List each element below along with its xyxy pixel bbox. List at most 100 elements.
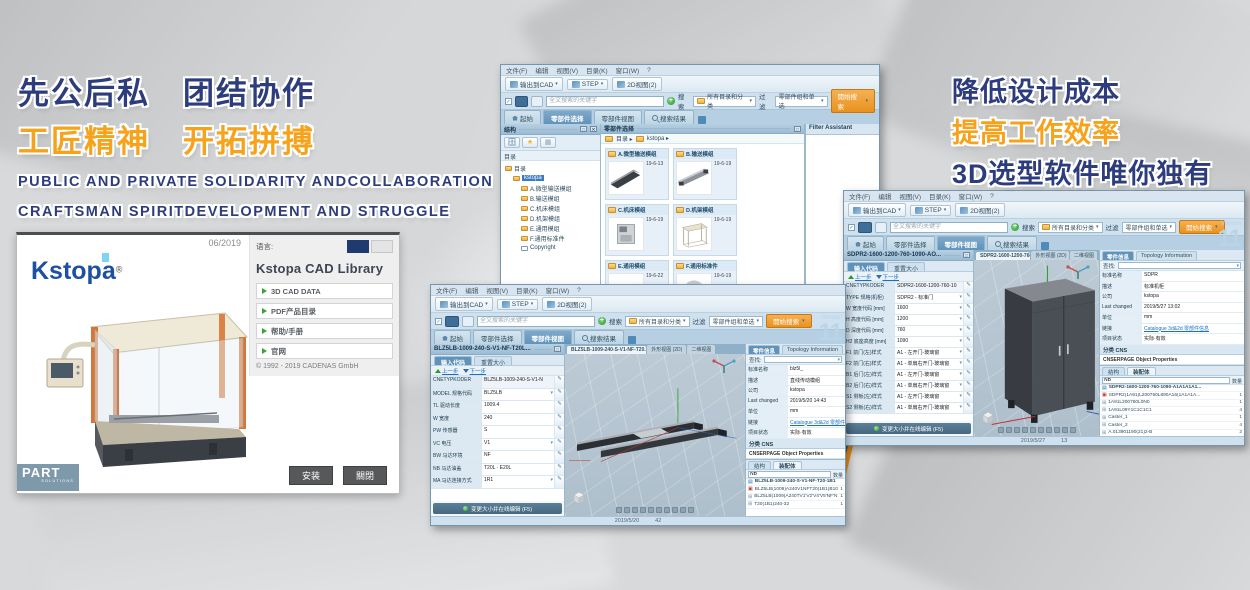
edit-parameter-button[interactable]: ✎ xyxy=(963,282,973,292)
tab-resize[interactable]: 重置大小 xyxy=(887,262,925,271)
tab-search-result[interactable]: 搜索结果 xyxy=(644,110,694,124)
menu-item[interactable]: ? xyxy=(577,287,581,294)
viewport-tab[interactable]: 二维视图 xyxy=(1070,251,1097,260)
dialog-menu-item[interactable]: 帮助/手册 xyxy=(256,323,393,339)
filter-scope-dropdown[interactable]: 零部件组和单选▾ xyxy=(1122,222,1177,233)
tab-extra-icon[interactable] xyxy=(698,116,706,124)
history-calendar-button[interactable]: ▦ xyxy=(540,137,556,148)
search-checkbox[interactable]: ✓ xyxy=(848,224,855,231)
assembly-node[interactable]: Caster_11 xyxy=(1100,415,1244,423)
edit-parameter-button[interactable]: ✎ xyxy=(963,381,973,391)
minimize-icon[interactable]: □ xyxy=(963,252,970,258)
menu-item[interactable]: 文件(F) xyxy=(506,65,527,75)
assembly-node[interactable]: Caster_24 xyxy=(1100,422,1244,430)
part-card-machine[interactable]: C.机床模组 19-6-19 xyxy=(605,204,669,256)
assembly-node[interactable]: T20(1B1)240-321 xyxy=(746,501,845,509)
start-search-button[interactable]: 開始搜索▾ xyxy=(831,89,875,113)
tab-extra-icon[interactable] xyxy=(1041,242,1049,250)
tab-part-select[interactable]: 零部件选择 xyxy=(543,110,592,124)
close-icon[interactable]: ✕ xyxy=(590,126,597,132)
add-search-icon[interactable]: + xyxy=(598,317,606,325)
edit-parameter-button[interactable]: ✎ xyxy=(963,326,973,336)
edit-parameter-button[interactable]: ✎ xyxy=(963,315,973,325)
edit-parameter-button[interactable]: ✎ xyxy=(963,370,973,380)
edit-parameter-button[interactable]: ✎ xyxy=(963,348,973,358)
language-button[interactable] xyxy=(347,240,369,253)
edit-parameter-button[interactable]: ✎ xyxy=(963,337,973,347)
menu-item[interactable]: 视图(V) xyxy=(899,191,921,201)
part-card-frame[interactable]: D.机架模组 19-6-19 xyxy=(673,204,737,256)
next-step-link[interactable]: 下一步 xyxy=(463,367,487,375)
menu-item[interactable]: 编辑 xyxy=(878,191,891,201)
search-options-button[interactable] xyxy=(531,96,543,107)
search-mode-button[interactable] xyxy=(445,316,459,327)
search-mode-button[interactable] xyxy=(515,96,529,107)
minimize-icon[interactable]: □ xyxy=(580,126,587,132)
tab-search-result[interactable]: 搜索结果 xyxy=(987,236,1037,250)
tab-part-select[interactable]: 零部件选择 xyxy=(473,330,522,344)
tree-item[interactable]: kstopa xyxy=(501,173,600,183)
search-checkbox[interactable]: ✓ xyxy=(505,98,512,105)
export-to-cad-button[interactable]: 输出到CAD▾ xyxy=(848,203,906,217)
tab-structure[interactable]: 结构 xyxy=(748,461,771,469)
search-scope-dropdown[interactable]: 所有目录和分类▾ xyxy=(693,96,756,107)
edit-parameter-button[interactable]: ✎ xyxy=(554,476,564,488)
viewport-tab[interactable]: SDPR2-1600-1200-760-1090-AO... xyxy=(976,252,1030,260)
assembly-node[interactable]: 1A91L09Y1C1C1C14 xyxy=(1100,407,1244,415)
menu-item[interactable]: 窗口(W) xyxy=(616,65,639,75)
tab-extra-icon[interactable] xyxy=(628,336,636,344)
edit-parameter-button[interactable]: ✎ xyxy=(554,376,564,388)
search-scope-dropdown[interactable]: 所有目录和分类▾ xyxy=(1038,222,1103,233)
tab-assembly[interactable]: 装配体 xyxy=(1127,367,1156,375)
structure-filter-input[interactable] xyxy=(1102,377,1230,384)
tab-search-result[interactable]: 搜索结果 xyxy=(574,330,624,344)
tab-resize[interactable]: 重置大小 xyxy=(474,356,512,365)
viewport-tab[interactable]: BLZ5LB-1009-240-S-V1-NF-T20... xyxy=(567,346,646,354)
viewport-3d[interactable]: BLZ5LB-1009-240-S-V1-NF-T20...外形视图 (2D)二… xyxy=(565,344,745,516)
minimize-icon[interactable]: □ xyxy=(794,126,801,132)
add-search-icon[interactable]: + xyxy=(667,97,675,105)
menu-item[interactable]: 视图(V) xyxy=(486,285,508,295)
views-2d-button[interactable]: 2D视图(2) xyxy=(612,77,661,91)
menu-item[interactable]: 编辑 xyxy=(535,65,548,75)
edit-parameter-button[interactable]: ✎ xyxy=(554,401,564,413)
search-options-button[interactable] xyxy=(875,222,887,233)
tree-item[interactable]: D.机架模组 xyxy=(501,213,600,223)
dialog-menu-item[interactable]: 3D CAD DATA xyxy=(256,283,393,299)
viewport-tab[interactable]: 外形视图 (2D) xyxy=(647,345,686,354)
tab-structure[interactable]: 结构 xyxy=(1102,367,1125,375)
assembly-node[interactable]: SDPR2-1600-1200-760-1090-A1A1A1A1... xyxy=(1100,385,1244,393)
menu-item[interactable]: 视图(V) xyxy=(556,65,578,75)
tab-topology[interactable]: Topology Information xyxy=(782,345,843,354)
tree-item[interactable]: F.通用标准件 xyxy=(501,233,600,243)
breadcrumb-catalog[interactable]: 目录 ▸ xyxy=(616,134,633,143)
breadcrumb-kstopa[interactable]: kstopa ▸ xyxy=(647,135,669,142)
favorites-button[interactable]: ★ xyxy=(522,137,538,148)
prev-step-link[interactable]: 上一步 xyxy=(435,367,459,375)
tab-input-code[interactable]: 输入代码 xyxy=(847,262,885,271)
catalog-database-button[interactable]: 🗄 xyxy=(504,137,520,148)
view-cube[interactable] xyxy=(980,410,996,426)
assembly-node[interactable]: BLZ5LB(1009)A240TV1'V2'V4'V5'NF'N...1 xyxy=(746,494,845,502)
edit-parameter-button[interactable]: ✎ xyxy=(963,293,973,303)
apply-resize-button[interactable]: 变更大小并在线编辑 (F5) xyxy=(433,503,562,514)
tree-item[interactable]: A.微型输送模组 xyxy=(501,183,600,193)
edit-parameter-button[interactable]: ✎ xyxy=(554,464,564,476)
tab-assembly[interactable]: 装配体 xyxy=(773,461,802,469)
menu-item[interactable]: 文件(F) xyxy=(849,191,870,201)
dialog-menu-item[interactable]: 官网 xyxy=(256,343,393,359)
edit-parameter-button[interactable]: ✎ xyxy=(554,426,564,438)
viewport-toolbar[interactable] xyxy=(616,507,694,513)
viewport-tab[interactable]: 二维视图 xyxy=(687,345,715,354)
edit-parameter-button[interactable]: ✎ xyxy=(554,414,564,426)
apply-resize-button[interactable]: 变更大小并在线编辑 (F5) xyxy=(846,423,971,434)
fulltext-search-input[interactable] xyxy=(477,316,595,327)
assembly-node[interactable]: BLZ5LB(1009)A240V1NFT20(1B1)B101 xyxy=(746,486,845,494)
edit-parameter-button[interactable]: ✎ xyxy=(963,359,973,369)
tab-part-view[interactable]: 零部件视图 xyxy=(524,330,573,344)
fulltext-search-input[interactable] xyxy=(546,96,664,107)
cabinet-3d-model[interactable] xyxy=(989,264,1099,436)
dialog-menu-item[interactable]: PDF产品目录 xyxy=(256,303,393,319)
close-button[interactable]: 關閉 xyxy=(343,466,387,485)
edit-parameter-button[interactable]: ✎ xyxy=(963,403,973,413)
